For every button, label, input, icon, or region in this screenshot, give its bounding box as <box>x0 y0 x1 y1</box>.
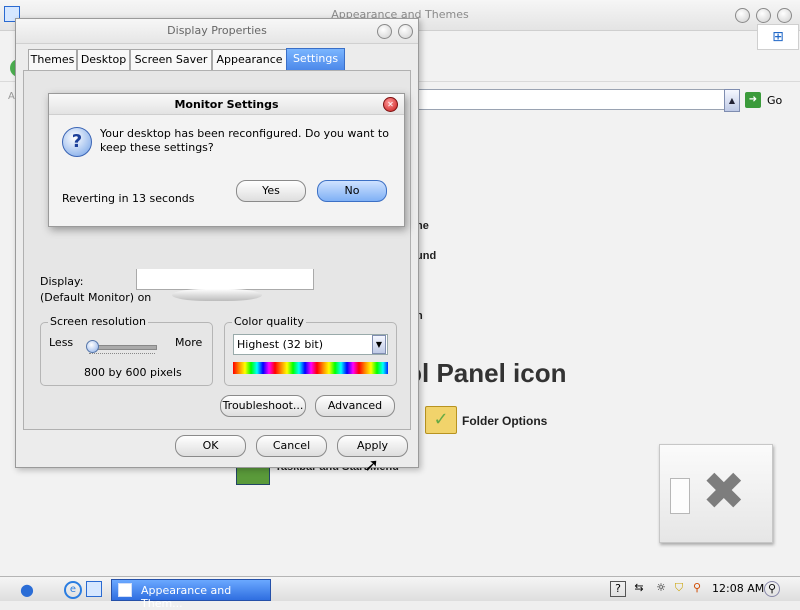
display-properties-titlebar: Display Properties <box>16 19 418 44</box>
task-button-label: Appearance and Them... <box>141 584 232 610</box>
tab-desktop[interactable]: Desktop <box>77 49 130 70</box>
color-quality-group: Color quality Highest (32 bit) ▼ <box>224 315 397 386</box>
start-apple-icon[interactable]: ● <box>20 580 34 599</box>
taskbar: ● e Appearance and Them... ? ⇆ ☼ ⛉ ⚲ 12:… <box>0 576 800 610</box>
dialog-close-button[interactable] <box>398 24 413 39</box>
apply-button[interactable]: Apply <box>337 435 408 457</box>
color-quality-selected: Highest (32 bit) <box>237 338 324 351</box>
help-tray-icon[interactable]: ? <box>610 581 626 597</box>
tab-themes[interactable]: Themes <box>28 49 77 70</box>
monitor-preview <box>136 269 314 290</box>
monitor-settings-dialog: Monitor Settings ✕ ? Your desktop has be… <box>48 93 405 227</box>
mouse-cursor-icon: ➚ <box>364 455 380 476</box>
task-button-icon <box>118 583 132 597</box>
address-input[interactable] <box>414 89 739 110</box>
tab-appearance[interactable]: Appearance <box>212 49 287 70</box>
resolution-slider-track[interactable] <box>89 345 157 350</box>
resolution-slider-ticks <box>89 353 155 357</box>
color-spectrum-bar <box>233 362 388 374</box>
color-quality-dropdown-icon[interactable]: ▼ <box>372 335 386 354</box>
minimize-button[interactable] <box>735 8 750 23</box>
no-button[interactable]: No <box>317 180 387 202</box>
revert-countdown: Reverting in 13 seconds <box>62 192 195 205</box>
windows-logo-icon: ⊞ <box>757 24 799 50</box>
go-button-label[interactable]: Go <box>767 94 782 107</box>
task-button-appearance[interactable]: Appearance and Them... <box>111 579 271 610</box>
close-button[interactable] <box>777 8 792 23</box>
question-icon: ? <box>62 127 92 157</box>
screen-resolution-title: Screen resolution <box>48 315 148 328</box>
task-link-fragment-2[interactable]: und <box>416 250 436 262</box>
search-tray-icon[interactable]: ⚲ <box>690 581 704 595</box>
taskbar-start-menu-icon[interactable] <box>236 465 270 485</box>
tab-settings[interactable]: Settings <box>286 48 345 71</box>
internet-explorer-icon[interactable]: e <box>64 581 82 599</box>
help-button[interactable] <box>377 24 392 39</box>
go-arrow-icon[interactable]: ➜ <box>745 92 761 108</box>
color-quality-select[interactable]: Highest (32 bit) <box>233 334 388 355</box>
tab-screen-saver[interactable]: Screen Saver <box>130 49 212 70</box>
address-dropdown-button[interactable]: ▲ <box>724 89 740 112</box>
tools-icon: ✖ <box>702 462 746 522</box>
control-panel-heading: rol Panel icon <box>396 358 567 388</box>
advanced-button[interactable]: Advanced <box>315 395 395 417</box>
folder-options-icon[interactable]: ✓ <box>425 406 457 434</box>
monitor-settings-title: Monitor Settings <box>174 98 279 111</box>
security-shield-icon[interactable]: ⛉ <box>672 581 686 595</box>
quick-launch-icon[interactable] <box>86 581 102 597</box>
clock: 12:08 AM <box>712 582 765 595</box>
close-icon[interactable]: ✕ <box>383 97 398 112</box>
monitor-stand <box>172 289 262 301</box>
resolution-less-label: Less <box>49 336 74 349</box>
network-tray-icon[interactable]: ⇆ <box>632 581 646 595</box>
yes-button[interactable]: Yes <box>236 180 306 202</box>
switch-plate-icon <box>670 478 690 514</box>
troubleshoot-button[interactable]: Troubleshoot... <box>220 395 306 417</box>
resolution-value: 800 by 600 pixels <box>84 366 182 379</box>
resolution-more-label: More <box>175 336 203 349</box>
cancel-button[interactable]: Cancel <box>256 435 327 457</box>
maximize-button[interactable] <box>756 8 771 23</box>
folder-options-link[interactable]: Folder Options <box>462 414 547 428</box>
monitor-settings-titlebar: Monitor Settings ✕ <box>49 94 404 115</box>
screen-resolution-group: Screen resolution Less More 800 by 600 p… <box>40 315 213 386</box>
display-label: Display: <box>40 275 84 288</box>
ok-button[interactable]: OK <box>175 435 246 457</box>
spotlight-search-icon[interactable]: ⚲ <box>764 581 780 597</box>
display-properties-dialog: Display Properties Themes Desktop Screen… <box>15 18 419 468</box>
settings-tray-icon[interactable]: ☼ <box>654 581 668 595</box>
color-quality-title: Color quality <box>232 315 306 328</box>
address-label-fragment: A <box>8 91 15 102</box>
display-value: (Default Monitor) on <box>40 291 152 304</box>
display-properties-title: Display Properties <box>167 24 267 37</box>
monitor-settings-message: Your desktop has been reconfigured. Do y… <box>100 127 389 154</box>
resolution-slider-thumb[interactable] <box>86 340 99 353</box>
